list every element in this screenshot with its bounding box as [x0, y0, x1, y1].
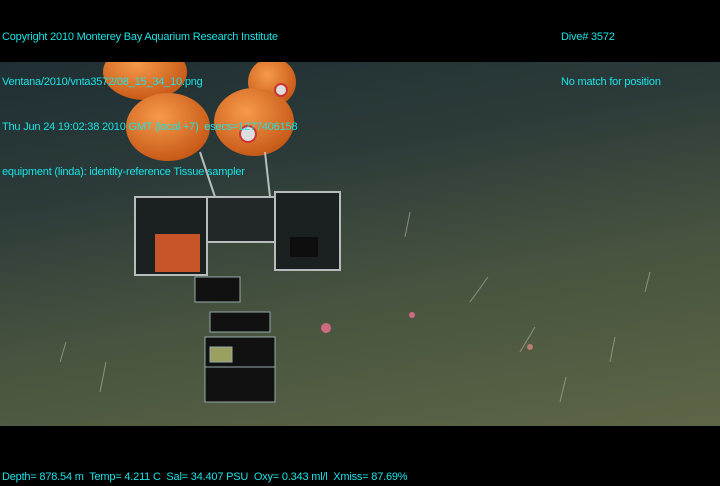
camera-housing [290, 237, 318, 257]
equipment-text: equipment (linda): identity-reference Ti… [2, 166, 245, 178]
position-text: No match for position [561, 76, 661, 88]
copyright-text: Copyright 2010 Monterey Bay Aquarium Res… [2, 31, 278, 43]
header-right: Dive# 3572 No match for position [561, 0, 716, 88]
orange-panel [155, 234, 200, 272]
timestamp-text: Thu Jun 24 19:02:38 2010 GMT (local +7) … [2, 121, 298, 133]
header-left: Copyright 2010 Monterey Bay Aquarium Res… [2, 0, 442, 178]
sensor-readout: Depth= 878.54 m Temp= 4.211 C Sal= 34.40… [2, 471, 408, 483]
sea-life [321, 312, 533, 350]
dive-number-text: Dive# 3572 [561, 31, 615, 43]
tissue-sampler-arm [194, 276, 276, 403]
file-path-text: Ventana/2010/vnta3572/08_15_34_10.png [2, 76, 203, 88]
